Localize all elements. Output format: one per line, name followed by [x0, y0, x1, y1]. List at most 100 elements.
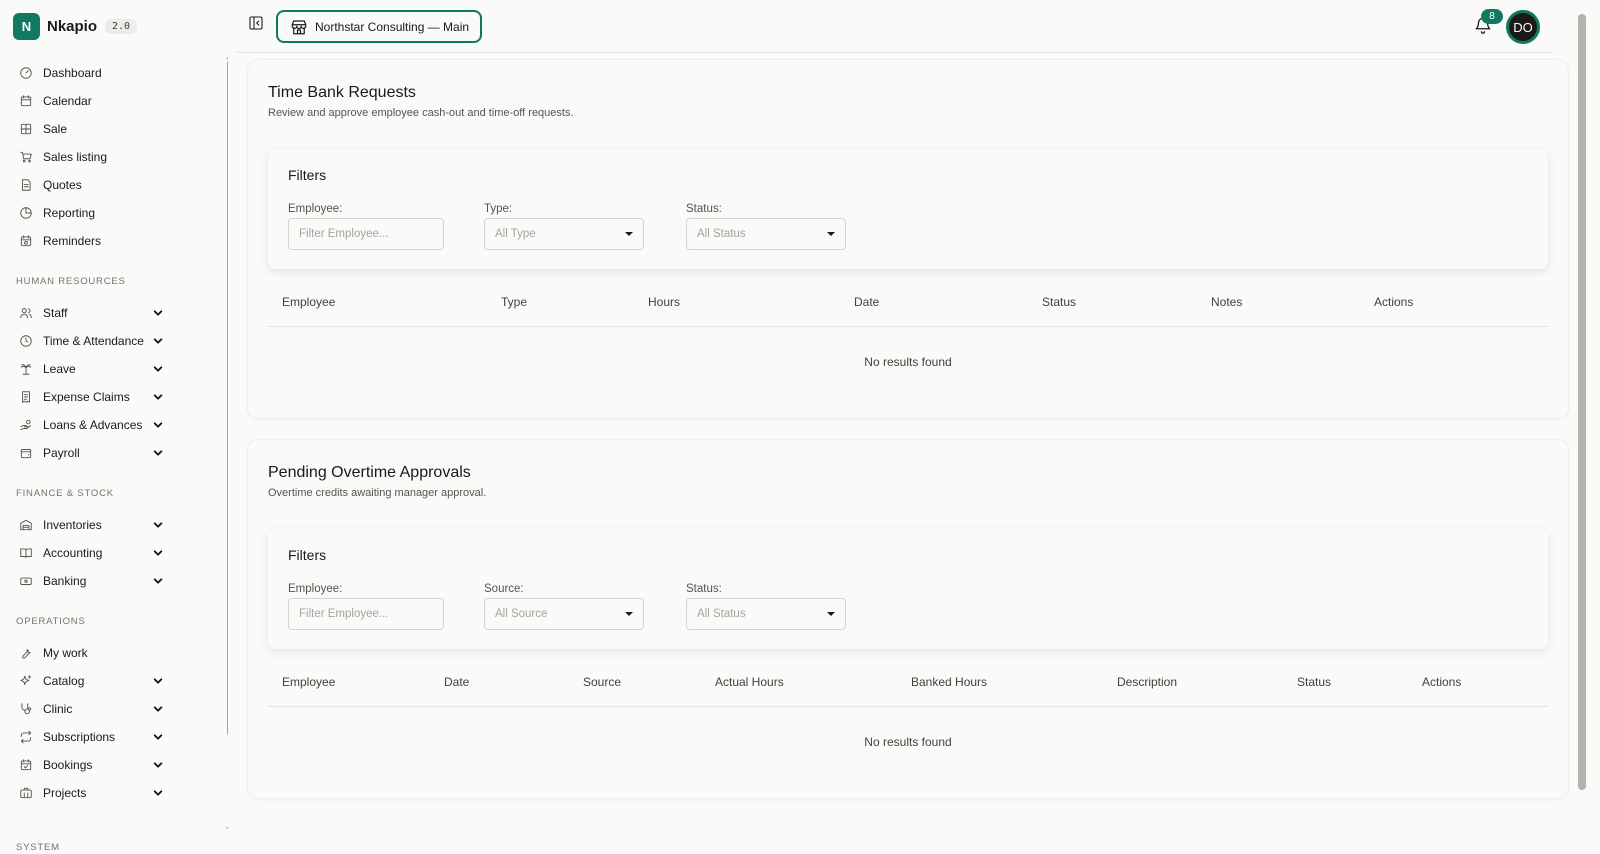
sidebar-item-label: Sale	[43, 122, 68, 136]
caret-down-icon	[827, 232, 835, 236]
employee-filter-input[interactable]	[288, 218, 444, 250]
store-icon	[291, 19, 307, 34]
column-header-employee[interactable]: Employee	[282, 295, 335, 309]
receipt-icon	[16, 387, 36, 407]
avatar[interactable]: DO	[1506, 10, 1540, 44]
sidebar-item-projects[interactable]: Projects	[16, 782, 164, 804]
employee-filter-input[interactable]	[288, 598, 444, 630]
filters-title: Filters	[288, 167, 327, 183]
branch-label: Northstar Consulting — Main	[315, 19, 470, 34]
version-badge: 2.0	[105, 19, 138, 34]
column-header-date[interactable]: Date	[854, 295, 879, 309]
column-header-status[interactable]: Status	[1297, 675, 1331, 689]
column-header-actual-hours[interactable]: Actual Hours	[715, 675, 784, 689]
sidebar-scroll-up[interactable]	[226, 55, 228, 59]
column-header-notes[interactable]: Notes	[1211, 295, 1242, 309]
repeat-icon	[16, 727, 36, 747]
users-icon	[16, 303, 36, 323]
sidebar-item-loans-advances[interactable]: Loans & Advances	[16, 414, 164, 436]
column-header-description[interactable]: Description	[1117, 675, 1177, 689]
table-divider	[268, 706, 1548, 707]
sidebar-item-reporting[interactable]: Reporting	[16, 202, 164, 224]
sidebar-item-clinic[interactable]: Clinic	[16, 698, 164, 720]
notification-count-badge: 8	[1481, 9, 1503, 24]
sidebar-item-label: Calendar	[43, 94, 92, 108]
sidebar-item-label: Inventories	[43, 518, 102, 532]
sidebar-item-label: Staff	[43, 306, 68, 320]
sidebar-item-catalog[interactable]: Catalog	[16, 670, 164, 692]
column-header-type[interactable]: Type	[501, 295, 527, 309]
column-header-employee[interactable]: Employee	[282, 675, 335, 689]
sidebar-item-reminders[interactable]: Reminders	[16, 230, 164, 252]
chevron-down-icon	[152, 335, 164, 347]
sidebar-item-banking[interactable]: Banking	[16, 570, 164, 592]
chevron-down-icon	[152, 363, 164, 375]
table-divider	[268, 326, 1548, 327]
chevron-down-icon	[152, 519, 164, 531]
calendar-clock-icon	[16, 231, 36, 251]
section-title-operations: OPERATIONS	[16, 616, 86, 627]
type-filter-value: All Type	[495, 228, 536, 240]
sidebar-item-label: Bookings	[43, 758, 93, 772]
brand-name: Nkapio	[47, 18, 98, 35]
sidebar-item-time-attendance[interactable]: Time & Attendance	[16, 330, 164, 352]
stethoscope-icon	[16, 699, 36, 719]
section-title-human-resources: HUMAN RESOURCES	[16, 276, 126, 287]
status-filter-value: All Status	[697, 228, 746, 240]
chevron-down-icon	[152, 419, 164, 431]
sidebar-item-sales-listing[interactable]: Sales listing	[16, 146, 164, 168]
chevron-down-icon	[152, 447, 164, 459]
caret-down-icon	[827, 612, 835, 616]
wallet-icon	[16, 443, 36, 463]
column-header-date[interactable]: Date	[444, 675, 469, 689]
status-filter-label: Status:	[686, 583, 722, 595]
sidebar-item-staff[interactable]: Staff	[16, 302, 164, 324]
page-scrollbar[interactable]	[1578, 14, 1586, 790]
source-filter-select[interactable]: All Source	[484, 598, 644, 630]
empty-state-text: No results found	[864, 355, 952, 369]
column-header-banked-hours[interactable]: Banked Hours	[911, 675, 987, 689]
sidebar-item-label: Dashboard	[43, 66, 102, 80]
chevron-down-icon	[152, 759, 164, 771]
chevron-down-icon	[152, 307, 164, 319]
sidebar-item-subscriptions[interactable]: Subscriptions	[16, 726, 164, 748]
type-filter-select[interactable]: All Type	[484, 218, 644, 250]
sidebar-scroll-down[interactable]	[226, 827, 228, 831]
sidebar-item-sale[interactable]: Sale	[16, 118, 164, 140]
sidebar-item-accounting[interactable]: Accounting	[16, 542, 164, 564]
sidebar-item-my-work[interactable]: My work	[16, 642, 164, 664]
sidebar-item-quotes[interactable]: Quotes	[16, 174, 164, 196]
sidebar-scrollbar[interactable]	[227, 60, 228, 736]
branch-selector-button[interactable]: Northstar Consulting — Main	[276, 10, 482, 43]
status-filter-select[interactable]: All Status	[686, 218, 846, 250]
banknote-icon	[16, 571, 36, 591]
sidebar-item-payroll[interactable]: Payroll	[16, 442, 164, 464]
sidebar-item-inventories[interactable]: Inventories	[16, 514, 164, 536]
status-filter-value: All Status	[697, 608, 746, 620]
sidebar-toggle-button[interactable]	[248, 15, 264, 31]
filters-panel: Filters Employee: Type: All Type Status:…	[268, 149, 1548, 269]
sidebar-item-label: Expense Claims	[43, 390, 130, 404]
card-title: Pending Overtime Approvals	[268, 464, 471, 481]
brand[interactable]: N Nkapio 2.0	[13, 13, 138, 40]
filters-title: Filters	[288, 547, 327, 563]
sidebar-item-calendar[interactable]: Calendar	[16, 90, 164, 112]
source-filter-label: Source:	[484, 583, 524, 595]
status-filter-select[interactable]: All Status	[686, 598, 846, 630]
brand-logo: N	[13, 13, 40, 40]
sidebar-item-dashboard[interactable]: Dashboard	[16, 62, 164, 84]
sidebar-item-expense-claims[interactable]: Expense Claims	[16, 386, 164, 408]
sidebar-item-label: Leave	[43, 362, 76, 376]
sidebar-item-label: Quotes	[43, 178, 82, 192]
sidebar-item-leave[interactable]: Leave	[16, 358, 164, 380]
sidebar-item-label: Accounting	[43, 546, 103, 560]
column-header-hours[interactable]: Hours	[648, 295, 680, 309]
sidebar-item-bookings[interactable]: Bookings	[16, 754, 164, 776]
column-header-source[interactable]: Source	[583, 675, 621, 689]
pending-overtime-approvals-card: Pending Overtime Approvals Overtime cred…	[248, 440, 1568, 798]
sidebar-item-label: Payroll	[43, 446, 80, 460]
column-header-status[interactable]: Status	[1042, 295, 1076, 309]
wrench-icon	[16, 643, 36, 663]
cart-icon	[16, 147, 36, 167]
employee-filter-label: Employee:	[288, 203, 343, 215]
